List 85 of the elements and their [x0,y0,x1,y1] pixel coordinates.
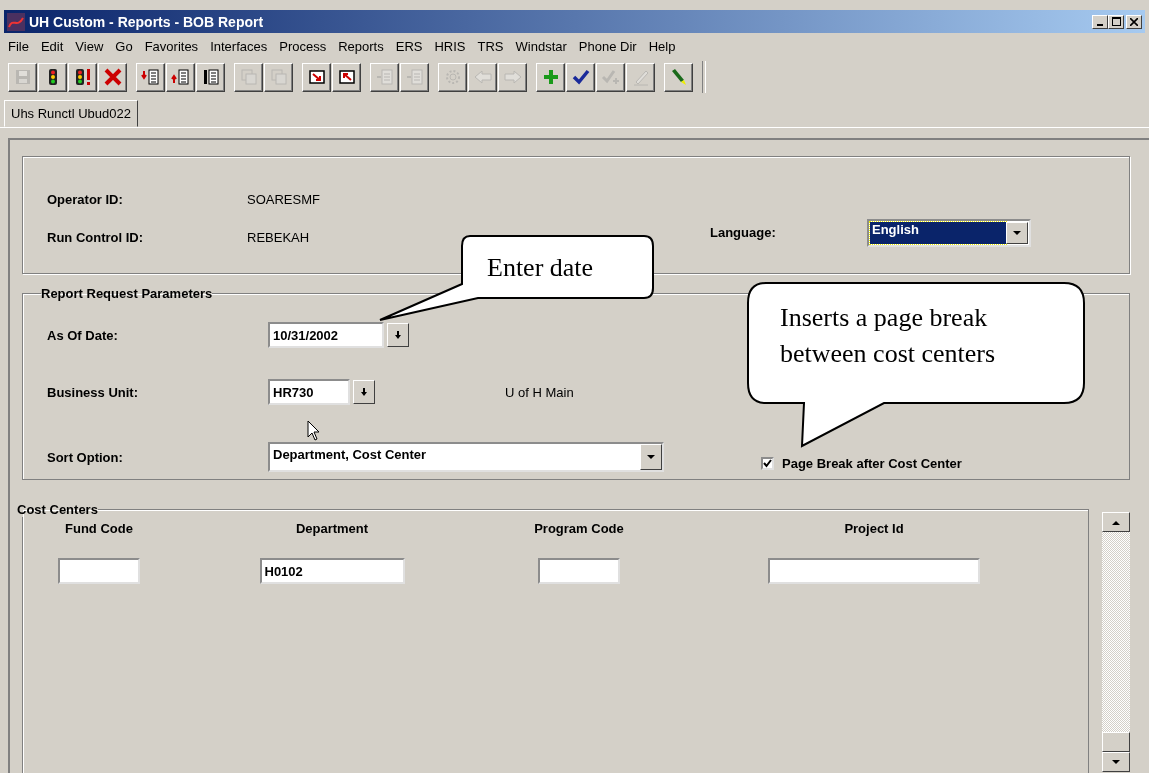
arrow-down-icon [360,388,368,396]
row-icon [374,67,395,87]
checkmark-icon [763,458,772,468]
close-icon [1130,17,1138,26]
input-field[interactable] [58,558,140,584]
input-field[interactable] [538,558,620,584]
toolbar-button[interactable] [68,62,97,92]
menu-item[interactable]: Process [273,38,333,54]
menu-item[interactable]: File [2,38,35,54]
toolbar-button[interactable] [166,62,195,92]
minimize-button[interactable] [1092,14,1108,29]
close-icon [102,67,123,87]
menu-item[interactable]: Phone Dir [572,38,643,54]
checkbox-label: Page Break after Cost Center [782,455,963,471]
column-header: Program Code [534,521,624,536]
window-title: UH Custom - Reports - BOB Report [29,13,265,30]
input-field[interactable]: H0102 [259,558,405,584]
menu-item[interactable]: HRIS [428,38,472,54]
arrow-down-icon [394,331,402,339]
group-title: Report Request Parameters [41,286,213,301]
scrollbar[interactable] [1102,512,1130,772]
scroll-thumb[interactable] [1102,732,1130,752]
menu-item[interactable]: Favorites [138,38,205,54]
caret-icon [647,454,655,460]
field-label: Language: [710,225,777,240]
maximize-button[interactable] [1108,14,1124,29]
tab[interactable]: Uhs Runctl Ubud022 [4,100,138,127]
business-unit-name: U of H Main [505,384,574,400]
field-value: REBEKAH [247,229,311,245]
checkmark-icon [570,67,591,87]
column-header: Project Id [844,521,904,536]
toolbar-button[interactable] [302,62,331,92]
menu-item[interactable]: Go [109,38,139,54]
toolbar-button[interactable] [38,62,67,92]
minimize-icon [1097,23,1103,26]
language-dropdown[interactable]: English [867,219,1031,247]
callout-text: Enter date [487,252,594,284]
prompt-button[interactable] [387,323,409,347]
menu-item[interactable]: ERS [389,38,429,54]
callout-text: Inserts a page break between cost centers [780,302,997,370]
date-field[interactable]: 10/31/2002 [268,322,384,348]
toolbar-button[interactable] [332,62,361,92]
maximize-icon [1111,17,1121,26]
copy-icon [268,67,289,87]
menu-item[interactable]: View [69,38,110,54]
insert-row-icon [140,67,161,87]
arrow-up-icon [1112,519,1120,525]
field-value: SOARESMF [247,191,321,207]
group-title: Cost Centers [17,502,98,517]
menu-item[interactable]: TRS [471,38,510,54]
toolbar-button[interactable] [196,62,225,92]
field-label: Operator ID: [47,191,124,207]
menu-item[interactable]: Reports [332,38,390,54]
business-unit-field[interactable]: HR730 [268,379,350,405]
input-field[interactable] [768,558,980,584]
menu-item[interactable]: Windstar [509,38,573,54]
close-button[interactable] [1126,14,1142,29]
insert-row-icon [170,67,191,87]
scroll-up-button[interactable] [1102,512,1130,532]
caret-icon [1013,230,1021,236]
toolbar-button[interactable] [664,62,693,92]
field-label: Sort Option: [47,449,124,465]
column-header: Department [295,521,369,536]
copy-icon [238,67,259,87]
menu-item[interactable]: Help [642,38,682,54]
column-header: Fund Code [65,521,133,536]
arrow-box-icon [336,67,357,87]
toolbar-button[interactable] [136,62,165,92]
toolbar-button[interactable] [566,62,595,92]
prompt-button[interactable] [353,380,375,404]
field-label: As Of Date: [47,327,119,343]
field-label: Business Unit: [47,384,139,400]
menu-item[interactable]: Interfaces [204,38,274,54]
mouse-cursor-icon [307,420,321,442]
row-icon [404,67,425,87]
scroll-down-button[interactable] [1102,752,1130,772]
menu-item[interactable]: Edit [34,38,70,54]
toolbar-button[interactable] [536,62,565,92]
caret-icon [1112,759,1120,765]
checkbox[interactable] [761,456,774,470]
sort-dropdown[interactable]: Department, Cost Center [268,442,664,472]
arrow-box-icon [306,67,327,87]
toolbar-button[interactable] [98,62,127,92]
app-icon [7,12,25,31]
field-label: Run Control ID: [47,229,145,245]
